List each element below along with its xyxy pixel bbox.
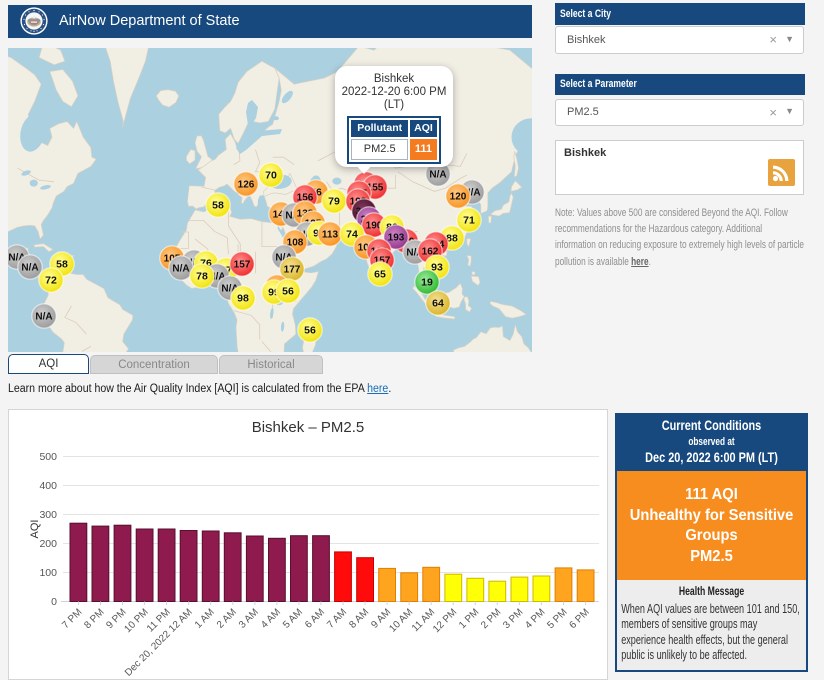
svg-text:8 PM: 8 PM — [82, 607, 106, 631]
svg-text:113: 113 — [322, 230, 339, 241]
svg-text:2 PM: 2 PM — [479, 607, 503, 631]
svg-text:1 AM: 1 AM — [193, 607, 217, 631]
svg-text:70: 70 — [265, 170, 277, 182]
svg-text:58: 58 — [56, 259, 68, 271]
svg-text:19: 19 — [421, 277, 433, 289]
svg-text:56: 56 — [282, 286, 294, 298]
svg-text:58: 58 — [212, 200, 224, 212]
svg-text:10 PM: 10 PM — [123, 607, 151, 635]
svg-text:500: 500 — [39, 451, 57, 463]
svg-text:400: 400 — [39, 480, 57, 492]
svg-text:6 PM: 6 PM — [567, 607, 591, 631]
svg-text:120: 120 — [450, 192, 467, 203]
svg-text:71: 71 — [463, 215, 475, 227]
svg-text:AQI: AQI — [29, 520, 41, 539]
svg-text:6 AM: 6 AM — [303, 607, 327, 631]
svg-text:2 AM: 2 AM — [215, 607, 239, 631]
svg-text:N/A: N/A — [172, 264, 189, 275]
svg-text:4 AM: 4 AM — [259, 607, 283, 631]
svg-text:100: 100 — [39, 567, 57, 579]
svg-text:65: 65 — [374, 269, 386, 281]
svg-text:98: 98 — [237, 293, 249, 305]
svg-text:3 AM: 3 AM — [237, 607, 261, 631]
svg-text:72: 72 — [45, 275, 57, 287]
svg-text:N/A: N/A — [429, 170, 446, 181]
svg-text:8 AM: 8 AM — [347, 607, 371, 631]
svg-text:4 PM: 4 PM — [523, 607, 547, 631]
svg-text:3 PM: 3 PM — [501, 607, 525, 631]
svg-text:177: 177 — [284, 265, 301, 276]
svg-text:1 PM: 1 PM — [457, 607, 481, 631]
svg-text:N/A: N/A — [35, 312, 52, 323]
svg-text:N/A: N/A — [21, 263, 38, 274]
svg-text:5 AM: 5 AM — [281, 607, 305, 631]
svg-text:79: 79 — [328, 196, 340, 208]
svg-text:10 AM: 10 AM — [387, 607, 415, 635]
svg-text:64: 64 — [432, 298, 444, 310]
svg-text:0: 0 — [51, 596, 57, 608]
svg-text:300: 300 — [39, 509, 57, 521]
svg-text:78: 78 — [196, 271, 208, 283]
svg-text:157: 157 — [234, 260, 251, 271]
svg-text:7 AM: 7 AM — [325, 607, 349, 631]
svg-text:5 PM: 5 PM — [545, 607, 569, 631]
svg-text:126: 126 — [238, 180, 255, 191]
svg-text:200: 200 — [39, 538, 57, 550]
svg-text:7 PM: 7 PM — [60, 607, 84, 631]
svg-text:193: 193 — [388, 233, 405, 244]
svg-text:12 PM: 12 PM — [431, 607, 459, 635]
svg-text:56: 56 — [304, 325, 316, 337]
